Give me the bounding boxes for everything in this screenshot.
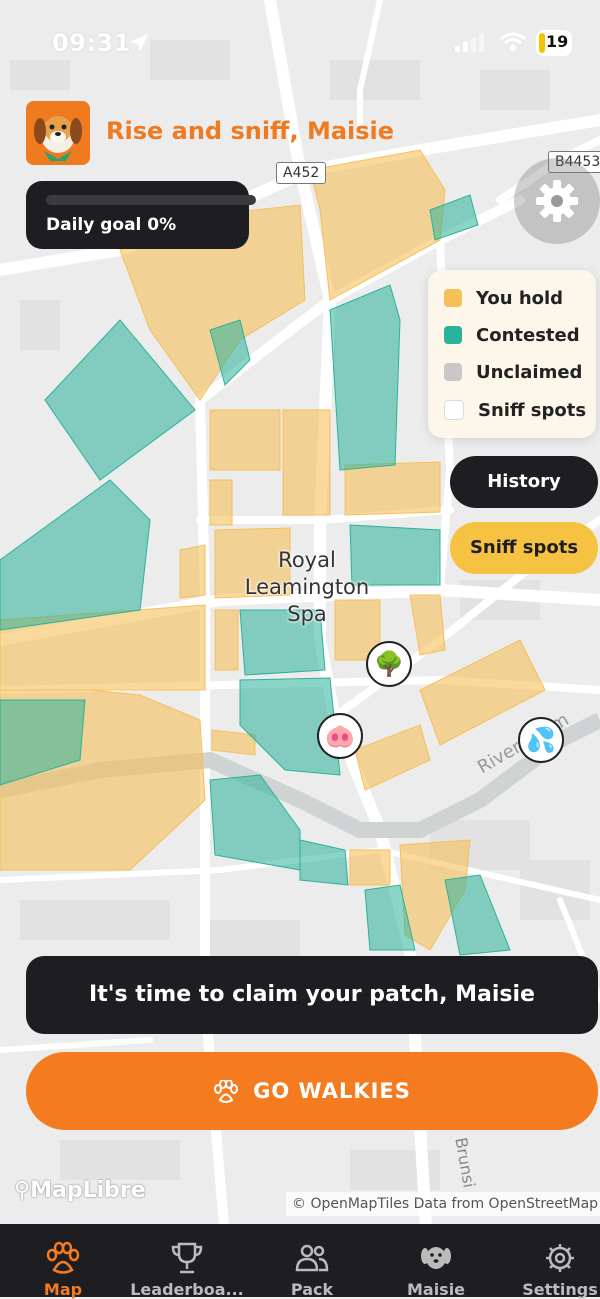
sniff-swatch [444,400,464,420]
tab-maisie[interactable]: Maisie [376,1224,496,1299]
wifi-icon [500,32,526,51]
water-marker[interactable]: 💦 [518,717,564,763]
tab-map[interactable]: Map [3,1224,123,1299]
battery-indicator: 19 [536,30,572,56]
go-walkies-label: GO WALKIES [253,1079,411,1103]
gear-icon [536,180,578,222]
map-settings-button[interactable] [514,158,600,244]
place-label-leamington: Royal Leamington Spa [244,548,370,626]
map-attribution[interactable]: © OpenMapTiles Data from OpenStreetMap [286,1192,600,1216]
tab-label: Maisie [406,1280,466,1299]
dog-avatar[interactable] [26,101,90,165]
gear-icon [546,1244,574,1272]
signal-icon [455,34,484,52]
unclaimed-swatch [444,363,462,381]
go-walkies-button[interactable]: GO WALKIES [26,1052,598,1130]
map-legend: You hold Contested Unclaimed Sniff spots [428,270,596,438]
daily-goal-label: Daily goal 0% [46,215,177,235]
legend-item-contested: Contested [444,323,580,347]
tab-bar: Map Leaderboa... Pack Maisie Settings [0,1224,600,1299]
greeting-title: Rise and sniff, Maisie [106,117,395,145]
tab-label: Settings [522,1280,598,1299]
location-arrow-icon [130,34,148,52]
paw-icon [214,1080,239,1103]
tab-leaderboard[interactable]: Leaderboa... [127,1224,247,1299]
tree-marker[interactable]: 🌳 [366,641,412,687]
status-bar: 09:31 19 [0,26,600,60]
people-icon [295,1244,329,1272]
legend-item-unclaimed: Unclaimed [444,360,582,384]
maplibre-pin-icon: ⚲ [14,1178,31,1203]
dog-icon [26,101,90,165]
tab-label: Map [43,1280,83,1299]
road-label-a452: A452 [276,162,327,184]
status-time: 09:31 [52,29,131,57]
daily-goal-card: Daily goal 0% [26,181,256,249]
maplibre-logo[interactable]: ⚲MapLibre [14,1178,146,1203]
daily-goal-track [46,195,256,205]
held-swatch [444,289,462,307]
tab-settings[interactable]: Settings [500,1224,600,1299]
tab-pack[interactable]: Pack [252,1224,372,1299]
pig-marker[interactable]: 🐽 [317,713,363,759]
history-button[interactable]: History [450,456,598,508]
tab-label: Leaderboa... [130,1280,244,1299]
contested-swatch [444,326,462,344]
legend-item-you-hold: You hold [444,286,563,310]
claim-banner: It's time to claim your patch, Maisie [26,956,598,1034]
dog-icon [421,1247,451,1269]
battery-level: 19 [546,32,569,51]
trophy-icon [171,1242,203,1274]
tab-label: Pack [290,1280,334,1299]
sniff-spots-button[interactable]: Sniff spots [450,522,598,574]
paw-icon [46,1241,80,1274]
legend-item-sniff-spots: Sniff spots [444,398,586,422]
